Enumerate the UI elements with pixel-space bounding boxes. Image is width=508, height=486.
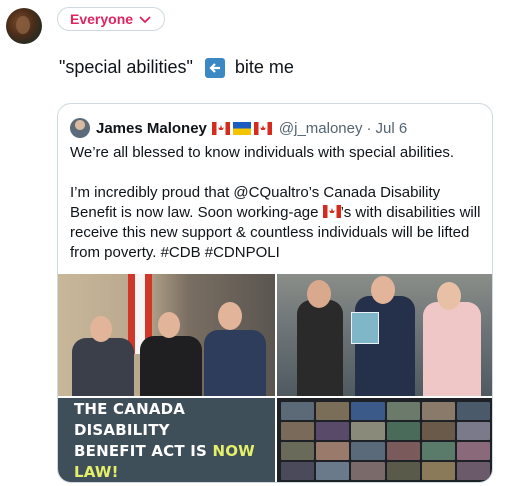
quoted-tweet[interactable]: James Maloney @j_maloney · Jul 6 We’re a… [57, 103, 493, 483]
chevron-down-icon [139, 16, 151, 24]
compose-text-reply: bite me [234, 57, 294, 77]
photo-video-call-grid[interactable] [277, 398, 492, 482]
banner-line-2-start: BENEFIT ACT IS [74, 442, 213, 460]
compose-text-quote: "special abilities" [59, 57, 193, 77]
author-name: James Maloney [96, 119, 207, 137]
canada-flag-icon [322, 205, 341, 218]
quoted-tweet-header: James Maloney @j_maloney · Jul 6 [70, 118, 407, 138]
photo-three-people-holding-booklet[interactable] [277, 274, 492, 396]
banner-disability-benefit-act[interactable]: THE CANADA DISABILITY BENEFIT ACT IS NOW… [58, 398, 275, 482]
banner-line-1: THE CANADA DISABILITY [74, 400, 186, 439]
quoted-tweet-body: We’re all blessed to know individuals wi… [70, 143, 482, 283]
canada-flag-icon [253, 121, 272, 135]
photo-three-men-office[interactable] [58, 274, 275, 396]
user-avatar[interactable] [6, 8, 42, 44]
ukraine-flag-icon [232, 121, 251, 135]
back-arrow-icon [204, 57, 225, 78]
canada-flag-icon [211, 121, 230, 135]
audience-selector[interactable]: Everyone [57, 7, 166, 31]
dot-separator: · [366, 119, 372, 137]
author-handle: @j_maloney [278, 119, 363, 137]
audience-label: Everyone [70, 11, 134, 27]
author-avatar [70, 118, 90, 138]
compose-text[interactable]: "special abilities" bite me [59, 57, 294, 78]
banner-line-2: BENEFIT ACT IS NOW LAW! [74, 441, 275, 482]
tweet-paragraph-2: I’m incredibly proud that @CQualtro’s Ca… [70, 183, 482, 263]
media-grid: THE CANADA DISABILITY BENEFIT ACT IS NOW… [58, 274, 492, 482]
tweet-paragraph-1: We’re all blessed to know individuals wi… [70, 144, 455, 161]
tweet-date: Jul 6 [375, 119, 408, 137]
